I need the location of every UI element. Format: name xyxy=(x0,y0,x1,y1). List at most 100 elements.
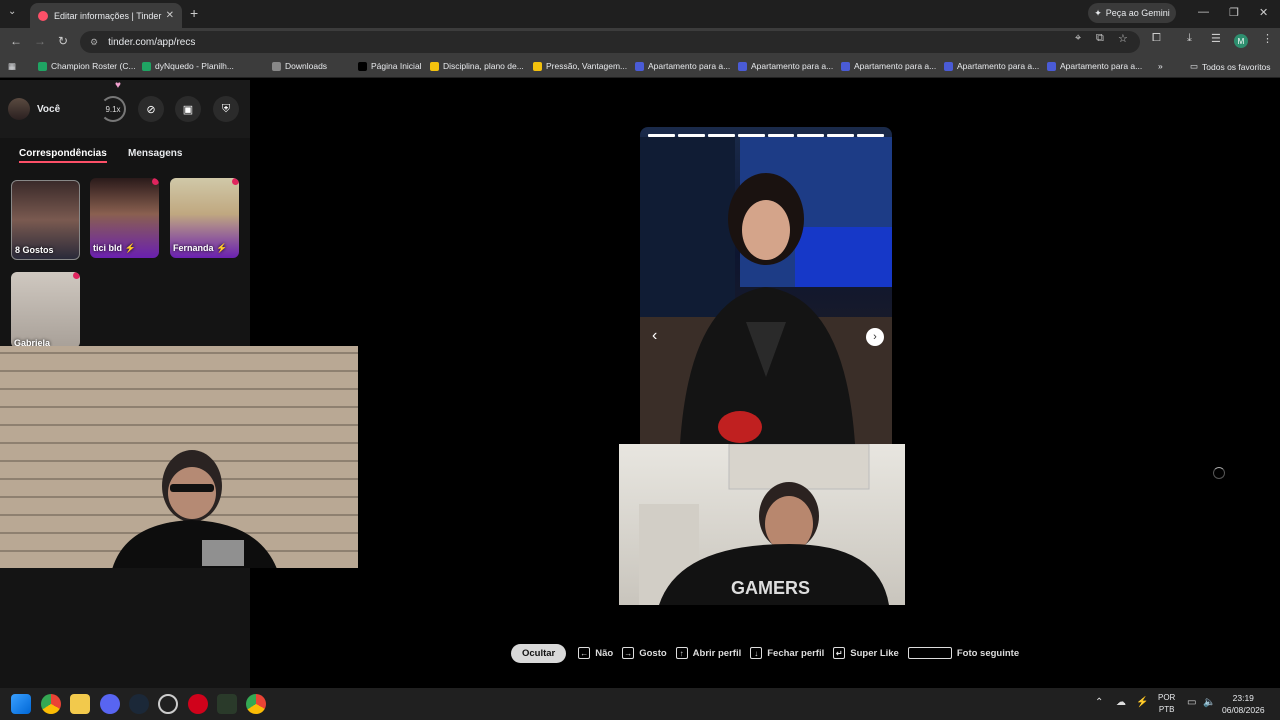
bookmark-label: Apartamento para a... xyxy=(1060,61,1143,71)
profile-photo[interactable]: ‹ › xyxy=(640,127,892,444)
browser-tab[interactable]: Editar informações | Tinder ✕ xyxy=(30,3,182,28)
apps-icon[interactable]: ▦ xyxy=(8,61,16,72)
obs-icon[interactable] xyxy=(158,694,178,714)
match-card[interactable]: Gabriela xyxy=(11,272,80,348)
volume-icon[interactable]: 🔈 xyxy=(1203,697,1215,708)
card-name: tici bld ⚡ xyxy=(93,243,136,253)
close-window-icon[interactable]: ✕ xyxy=(1259,6,1268,19)
bookmark-favicon-icon xyxy=(272,61,281,71)
new-tab-button[interactable]: + xyxy=(190,5,198,21)
bookmark-item[interactable]: Apartamento para a... xyxy=(738,61,833,71)
bookmark-label: Pressão, Vantagem... xyxy=(546,61,628,71)
extensions-icon[interactable]: ⧠ xyxy=(1152,32,1161,45)
bookmark-label: Apartamento para a... xyxy=(751,61,834,71)
clock-date: 06/08/2026 xyxy=(1222,705,1265,715)
address-bar[interactable]: ⚙ tinder.com/app/recs xyxy=(80,31,1140,53)
boost-button[interactable]: 9.1x xyxy=(100,96,126,122)
bookmark-label: dyNquedo - Planilh... xyxy=(155,61,234,71)
previous-photo-icon[interactable]: ‹ xyxy=(652,327,657,345)
riot-icon[interactable] xyxy=(188,694,208,714)
bookmark-item[interactable]: Apartamento para a... xyxy=(635,61,730,71)
lang-bottom: PTB xyxy=(1158,705,1175,714)
steam-icon[interactable] xyxy=(129,694,149,714)
install-app-icon[interactable]: ⧉ xyxy=(1096,32,1104,45)
location-icon[interactable]: ⌖ xyxy=(1075,32,1081,45)
key-icon xyxy=(907,647,952,659)
profile-avatar[interactable]: M xyxy=(1234,34,1248,48)
bookmark-favicon-icon xyxy=(944,61,953,71)
match-card[interactable]: Fernanda ⚡ xyxy=(170,178,239,258)
discord-icon[interactable] xyxy=(100,694,120,714)
bookmark-favicon-icon xyxy=(38,61,47,71)
bookmark-favicon-icon xyxy=(142,61,151,71)
boost-count: 9.1x xyxy=(105,104,121,114)
key-icon: ← xyxy=(578,647,591,659)
onedrive-icon[interactable]: ☁ xyxy=(1116,697,1126,708)
bookmark-label: Champion Roster (C... xyxy=(51,61,136,71)
league-icon[interactable] xyxy=(217,694,237,714)
bookmark-star-icon[interactable]: ☆ xyxy=(1118,32,1128,45)
key-icon: ↵ xyxy=(833,647,846,659)
bookmark-item[interactable]: Apartamento para a... xyxy=(841,61,936,71)
user-label[interactable]: Você xyxy=(37,104,60,115)
language-indicator[interactable]: POR PTB xyxy=(1158,692,1175,716)
bookmark-item[interactable]: Apartamento para a... xyxy=(1047,61,1142,71)
gemini-label: Peça ao Gemini xyxy=(1105,8,1170,18)
hint-label: Abrir perfil xyxy=(692,647,742,659)
bookmark-item[interactable]: Downloads xyxy=(272,61,327,71)
new-match-dot xyxy=(73,272,80,279)
all-bookmarks[interactable]: ▭ Todos os favoritos xyxy=(1190,61,1271,72)
bookmark-item[interactable]: dyNquedo - Planilh... xyxy=(142,61,234,71)
start-icon[interactable] xyxy=(11,694,31,714)
file-explorer-icon[interactable] xyxy=(70,694,90,714)
streamer-silhouette xyxy=(112,450,277,568)
bookmark-item[interactable]: Apartamento para a... xyxy=(944,61,1039,71)
explore-icon[interactable]: ⊘ xyxy=(138,96,164,122)
bookmark-favicon-icon xyxy=(738,61,747,71)
gemini-button[interactable]: ✦ Peça ao Gemini xyxy=(1088,3,1176,23)
minimize-icon[interactable]: — xyxy=(1198,6,1209,18)
menu-icon[interactable]: ⋮ xyxy=(1262,32,1273,45)
bookmark-item[interactable]: Página Inicial xyxy=(358,61,422,71)
tray-overflow-icon[interactable]: ⌃ xyxy=(1095,697,1103,708)
chrome-profile-icon[interactable] xyxy=(246,694,266,714)
briefcase-icon[interactable]: ▣ xyxy=(175,96,201,122)
bookmark-item[interactable]: Pressão, Vantagem... xyxy=(533,61,627,71)
likes-card[interactable]: 8 Gostos xyxy=(11,180,80,260)
bookmark-item[interactable]: Champion Roster (C... xyxy=(38,61,136,71)
match-card[interactable]: tici bld ⚡ xyxy=(90,178,159,258)
tab-close-icon[interactable]: ✕ xyxy=(166,10,174,21)
clock[interactable]: 23:19 06/08/2026 xyxy=(1222,692,1265,716)
new-match-dot xyxy=(232,178,239,185)
card-name: Fernanda ⚡ xyxy=(173,243,228,253)
avatar[interactable] xyxy=(8,98,30,120)
back-icon[interactable]: ← xyxy=(10,34,22,48)
bookmark-label: Apartamento para a... xyxy=(957,61,1040,71)
network-app-icon[interactable]: ⚡ xyxy=(1136,697,1148,708)
bookmark-favicon-icon xyxy=(1047,61,1056,71)
network-icon[interactable]: ▭ xyxy=(1187,697,1196,708)
tinder-favicon-icon xyxy=(38,10,48,21)
next-photo-icon[interactable]: › xyxy=(866,328,884,346)
downloads-icon[interactable]: ⤓ xyxy=(1187,32,1192,45)
restore-icon[interactable]: ❐ xyxy=(1229,6,1239,19)
shield-icon[interactable]: ⛨ xyxy=(213,96,239,122)
media-control-icon[interactable]: ☰ xyxy=(1211,32,1221,45)
tab-search-icon[interactable]: ⌄ xyxy=(8,6,16,17)
browser-toolbar: ← → ↻ ⚙ tinder.com/app/recs ⌖ ⧉ ☆ ⧠ ⤓ ☰ … xyxy=(0,28,1280,56)
tab-matches[interactable]: Correspondências xyxy=(19,148,107,163)
bookmark-label: Apartamento para a... xyxy=(854,61,937,71)
hide-hints-button[interactable]: Ocultar xyxy=(511,643,567,663)
chrome-icon[interactable] xyxy=(41,694,61,714)
heart-icon: ♥ xyxy=(115,80,121,91)
guest-silhouette: GAMERS xyxy=(639,444,889,605)
key-icon: ↑ xyxy=(675,647,688,659)
forward-icon[interactable]: → xyxy=(34,34,46,48)
more-bookmarks-icon[interactable]: » xyxy=(1158,61,1163,71)
keyboard-hint: ← Não xyxy=(578,647,613,659)
reload-icon[interactable]: ↻ xyxy=(58,34,68,48)
site-info-icon[interactable]: ⚙ xyxy=(90,37,98,48)
bookmark-item[interactable]: Disciplina, plano de... xyxy=(430,61,524,71)
all-bookmarks-label: Todos os favoritos xyxy=(1202,61,1271,72)
tab-messages[interactable]: Mensagens xyxy=(128,148,182,159)
